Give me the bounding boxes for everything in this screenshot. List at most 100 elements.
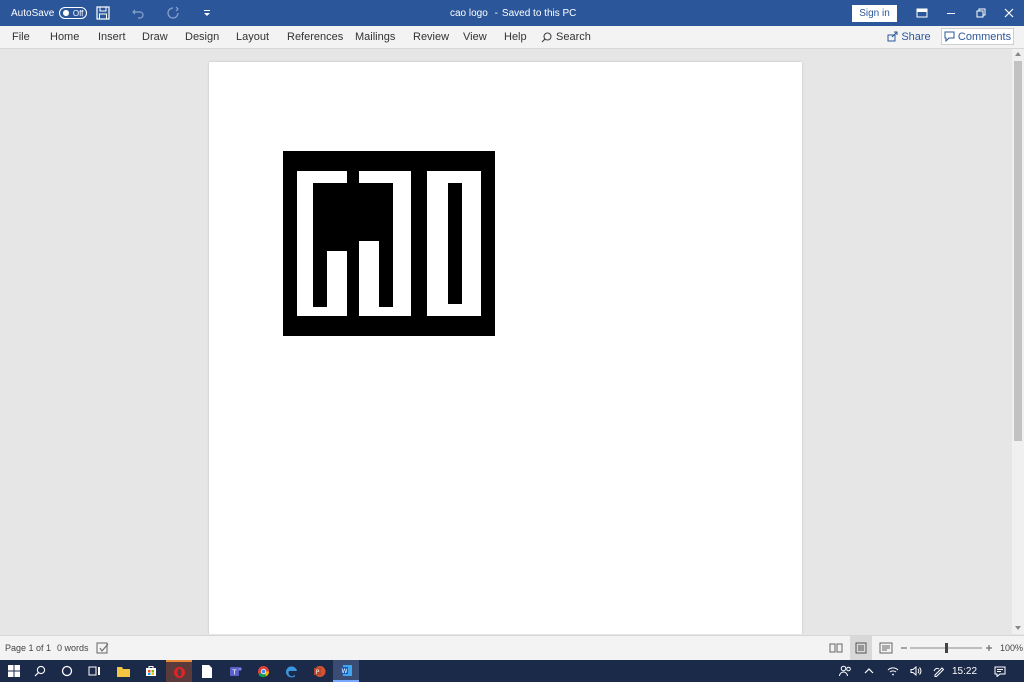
- zoom-level[interactable]: 100%: [1000, 636, 1023, 660]
- zoom-slider-knob[interactable]: [945, 643, 948, 653]
- scrollbar-thumb[interactable]: [1014, 61, 1022, 441]
- comments-label: Comments: [957, 30, 1012, 43]
- print-layout-button[interactable]: [850, 636, 872, 660]
- svg-text:T: T: [231, 668, 237, 676]
- network-button[interactable]: [885, 660, 901, 682]
- share-icon: [887, 31, 898, 42]
- minimize-button[interactable]: [946, 0, 956, 26]
- vertical-scrollbar[interactable]: [1012, 49, 1024, 634]
- page-info[interactable]: Page 1 of 1: [5, 636, 51, 660]
- show-hidden-icons-button[interactable]: [861, 660, 877, 682]
- opera-icon: [173, 666, 185, 678]
- action-center-button[interactable]: [990, 660, 1010, 682]
- save-button[interactable]: [96, 0, 110, 26]
- folder-icon: [116, 666, 130, 677]
- tab-design[interactable]: Design: [185, 26, 219, 48]
- restore-button[interactable]: [976, 0, 986, 26]
- scroll-down-icon[interactable]: [1012, 623, 1024, 633]
- powerpoint-button[interactable]: P: [306, 660, 332, 682]
- ribbon-search[interactable]: Search: [541, 26, 591, 48]
- edge-icon: [285, 665, 297, 677]
- read-mode-button[interactable]: [829, 636, 843, 660]
- chevron-down-icon: [204, 10, 210, 16]
- edge-button[interactable]: [278, 660, 304, 682]
- task-view-icon: [88, 666, 100, 676]
- taskbar-search-button[interactable]: [28, 660, 52, 682]
- web-layout-button[interactable]: [879, 636, 893, 660]
- customize-qat-button[interactable]: [203, 0, 211, 26]
- zoom-slider[interactable]: [910, 636, 982, 660]
- tab-home[interactable]: Home: [50, 26, 79, 48]
- clock[interactable]: 15:22: [952, 660, 977, 682]
- save-icon: [96, 6, 110, 20]
- tab-file[interactable]: File: [12, 26, 30, 48]
- document-page[interactable]: [209, 62, 802, 634]
- redo-button[interactable]: [166, 0, 180, 26]
- window-title: cao logo - Saved to this PC: [450, 7, 577, 19]
- cao-logo-image[interactable]: [283, 151, 495, 336]
- redo-icon: [167, 6, 179, 19]
- read-mode-icon: [829, 643, 843, 653]
- store-icon: [146, 666, 156, 676]
- plus-icon: [986, 645, 992, 651]
- minimize-icon: [947, 13, 955, 14]
- autosave-control[interactable]: AutoSave Off: [11, 0, 88, 26]
- speaker-icon: [910, 666, 922, 676]
- notification-icon: [994, 666, 1006, 677]
- share-button[interactable]: Share: [886, 28, 932, 45]
- close-icon: [1004, 8, 1014, 18]
- wifi-icon: [887, 667, 899, 676]
- tab-view[interactable]: View: [463, 26, 487, 48]
- autosave-label: AutoSave: [11, 7, 55, 19]
- people-icon: [838, 665, 851, 677]
- tab-references[interactable]: References: [287, 26, 343, 48]
- scroll-up-icon[interactable]: [1012, 49, 1024, 59]
- word-button[interactable]: W: [333, 660, 359, 682]
- zoom-slider-track[interactable]: [910, 642, 982, 654]
- windows-logo-icon: [8, 665, 20, 677]
- chrome-button[interactable]: [250, 660, 276, 682]
- proofing-status[interactable]: [96, 636, 110, 660]
- opera-button[interactable]: [166, 660, 192, 682]
- tab-review[interactable]: Review: [413, 26, 449, 48]
- doc-title: cao logo: [450, 7, 488, 19]
- comments-button[interactable]: Comments: [941, 28, 1014, 45]
- autosave-toggle[interactable]: Off: [59, 7, 88, 19]
- cortana-icon: [61, 665, 73, 677]
- tab-help[interactable]: Help: [504, 26, 527, 48]
- web-layout-icon: [879, 642, 893, 654]
- sign-in-button[interactable]: Sign in: [852, 5, 897, 22]
- powerpoint-icon: P: [313, 665, 325, 677]
- undo-icon: [132, 9, 144, 19]
- close-button[interactable]: [1004, 0, 1014, 26]
- status-bar: Page 1 of 1 0 words 100%: [0, 635, 1024, 660]
- store-button[interactable]: [138, 660, 164, 682]
- cortana-button[interactable]: [55, 660, 79, 682]
- search-icon: [541, 31, 552, 42]
- notepad-button[interactable]: [194, 660, 220, 682]
- svg-text:W: W: [341, 667, 347, 674]
- tab-mailings[interactable]: Mailings: [355, 26, 395, 48]
- people-button[interactable]: [836, 660, 854, 682]
- tab-insert[interactable]: Insert: [98, 26, 126, 48]
- task-view-button[interactable]: [82, 660, 106, 682]
- word-count[interactable]: 0 words: [57, 636, 89, 660]
- zoom-in-button[interactable]: [985, 636, 993, 660]
- teams-button[interactable]: T: [222, 660, 248, 682]
- search-icon: [34, 665, 46, 677]
- ribbon-display-options-button[interactable]: [916, 0, 928, 26]
- undo-button[interactable]: [131, 0, 145, 26]
- restore-icon: [976, 8, 986, 18]
- document-area: [0, 49, 1012, 634]
- tab-layout[interactable]: Layout: [236, 26, 269, 48]
- tab-draw[interactable]: Draw: [142, 26, 168, 48]
- pen-icon: [933, 667, 945, 677]
- ribbon-display-icon: [916, 8, 928, 18]
- minus-icon: [901, 647, 907, 649]
- pen-workspace-button[interactable]: [931, 660, 947, 682]
- volume-button[interactable]: [908, 660, 924, 682]
- file-explorer-button[interactable]: [110, 660, 136, 682]
- print-layout-icon: [855, 642, 867, 654]
- zoom-out-button[interactable]: [900, 636, 908, 660]
- start-button[interactable]: [2, 660, 26, 682]
